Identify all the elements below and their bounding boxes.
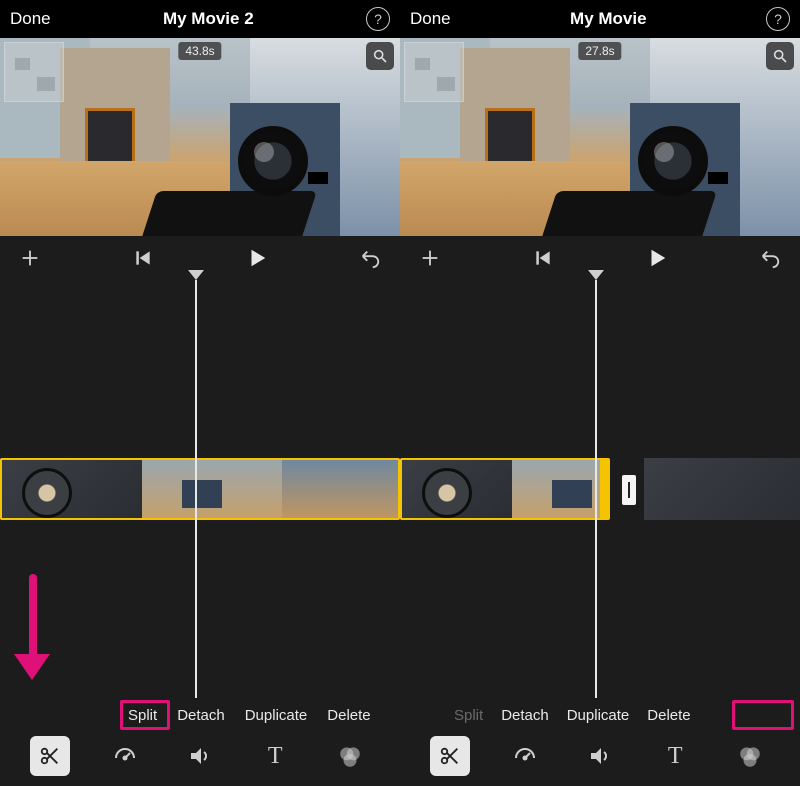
play-button[interactable] (241, 242, 273, 274)
header: Done My Movie ? (400, 0, 800, 38)
transport-bar (0, 236, 400, 280)
duplicate-action[interactable]: Duplicate (245, 707, 308, 724)
preview-content (108, 116, 338, 236)
delete-action[interactable]: Delete (327, 707, 370, 724)
transition-marker[interactable] (622, 475, 636, 505)
volume-tool[interactable] (580, 736, 620, 776)
text-icon: T (268, 743, 283, 770)
done-button[interactable]: Done (410, 9, 451, 29)
done-button[interactable]: Done (10, 9, 51, 29)
plus-icon (419, 247, 441, 269)
editor-panel-left: Done My Movie 2 ? 43.8s (0, 0, 400, 786)
skip-to-start-button[interactable] (127, 242, 159, 274)
video-preview[interactable]: 27.8s (400, 38, 800, 236)
preview-content (508, 116, 738, 236)
next-clip[interactable] (644, 458, 800, 520)
time-badge: 43.8s (178, 42, 221, 60)
tool-tabs: T (0, 732, 400, 786)
split-action: Split (454, 707, 483, 724)
detach-action[interactable]: Detach (501, 707, 549, 724)
speedometer-icon (513, 744, 537, 768)
filters-tool[interactable] (730, 736, 770, 776)
text-tool[interactable]: T (655, 736, 695, 776)
undo-icon (759, 247, 781, 269)
playhead[interactable] (195, 280, 197, 698)
scissors-icon (439, 745, 461, 767)
clip-track (400, 458, 800, 520)
volume-tool[interactable] (180, 736, 220, 776)
minimap (4, 42, 64, 102)
scissors-tool[interactable] (430, 736, 470, 776)
header: Done My Movie 2 ? (0, 0, 400, 38)
duplicate-action[interactable]: Duplicate (567, 707, 630, 724)
speed-tool[interactable] (105, 736, 145, 776)
help-icon[interactable]: ? (766, 7, 790, 31)
split-action[interactable]: Split (128, 707, 157, 724)
annotation-highlight-delete (732, 700, 794, 730)
add-media-button[interactable] (14, 242, 46, 274)
playhead[interactable] (595, 280, 597, 698)
project-title: My Movie 2 (163, 9, 254, 29)
zoom-button[interactable] (766, 42, 794, 70)
filters-icon (737, 743, 763, 769)
speedometer-icon (113, 744, 137, 768)
selected-clip[interactable] (0, 458, 400, 520)
play-icon (646, 247, 668, 269)
transport-bar (400, 236, 800, 280)
clip-actions: Split Detach Duplicate Delete (400, 698, 800, 732)
timeline[interactable] (400, 280, 800, 698)
selected-clip[interactable] (400, 458, 610, 520)
minimap (404, 42, 464, 102)
delete-action[interactable]: Delete (647, 707, 690, 724)
playhead-marker-icon (588, 270, 604, 280)
magnifier-icon (772, 48, 788, 64)
play-button[interactable] (641, 242, 673, 274)
skip-back-icon (533, 248, 553, 268)
project-title: My Movie (570, 9, 647, 29)
volume-icon (188, 744, 212, 768)
undo-button[interactable] (354, 242, 386, 274)
magnifier-icon (372, 48, 388, 64)
filters-icon (337, 743, 363, 769)
detach-action[interactable]: Detach (177, 707, 225, 724)
scissors-tool[interactable] (30, 736, 70, 776)
time-badge: 27.8s (578, 42, 621, 60)
zoom-button[interactable] (366, 42, 394, 70)
clip-trim-handle[interactable] (600, 458, 610, 520)
scissors-icon (39, 745, 61, 767)
text-tool[interactable]: T (255, 736, 295, 776)
text-icon: T (668, 743, 683, 770)
skip-back-icon (133, 248, 153, 268)
clip-track (0, 458, 400, 520)
speed-tool[interactable] (505, 736, 545, 776)
timeline[interactable] (0, 280, 400, 698)
undo-button[interactable] (754, 242, 786, 274)
editor-panel-right: Done My Movie ? 27.8s (400, 0, 800, 786)
clip-actions: Split Detach Duplicate Delete (0, 698, 400, 732)
help-icon[interactable]: ? (366, 7, 390, 31)
play-icon (246, 247, 268, 269)
playhead-marker-icon (188, 270, 204, 280)
video-preview[interactable]: 43.8s (0, 38, 400, 236)
undo-icon (359, 247, 381, 269)
tool-tabs: T (400, 732, 800, 786)
volume-icon (588, 744, 612, 768)
skip-to-start-button[interactable] (527, 242, 559, 274)
add-media-button[interactable] (414, 242, 446, 274)
plus-icon (19, 247, 41, 269)
filters-tool[interactable] (330, 736, 370, 776)
